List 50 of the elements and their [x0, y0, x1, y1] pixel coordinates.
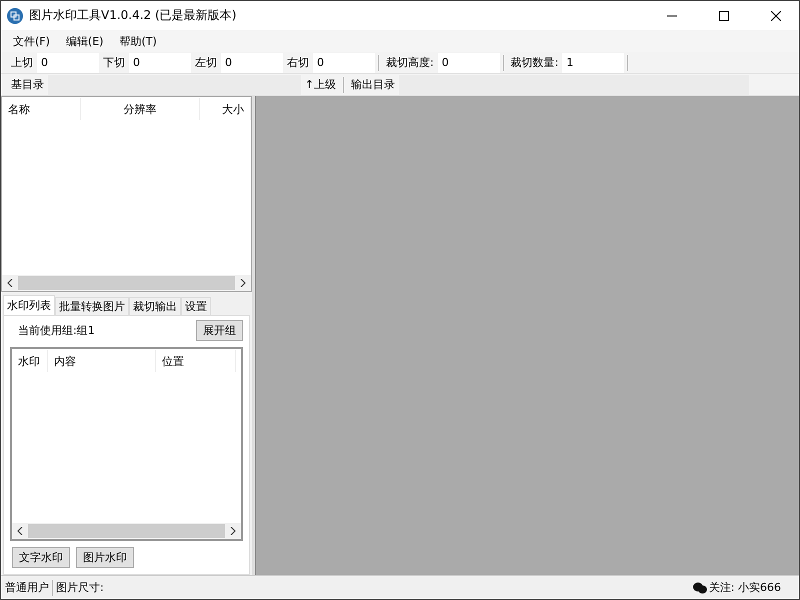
- menu-item[interactable]: 编辑(E): [58, 34, 112, 48]
- input-field[interactable]: 0: [313, 52, 375, 72]
- input-field[interactable]: 1: [562, 52, 624, 72]
- chevron-right-icon: [230, 527, 236, 535]
- field-label: 上切: [10, 55, 34, 70]
- horizontal-scrollbar[interactable]: [2, 275, 251, 291]
- window-title: 图片水印工具V1.0.4.2 (已是最新版本): [29, 7, 238, 24]
- field-label: 下切: [102, 55, 126, 70]
- field-label: 裁切高度:: [385, 55, 435, 70]
- input-field[interactable]: 0: [438, 52, 500, 72]
- menu-item[interactable]: 帮助(T): [111, 34, 165, 48]
- output-directory-button[interactable]: 输出目录: [347, 77, 399, 92]
- menu-item[interactable]: 文件(F): [5, 34, 58, 48]
- user-type-label: 普通用户: [5, 580, 49, 595]
- field-label: 基目录: [10, 77, 45, 92]
- chevron-left-icon: [17, 527, 23, 535]
- column-header[interactable]: 水印: [12, 350, 48, 372]
- input-field[interactable]: 0: [129, 52, 191, 72]
- app-icon: [7, 8, 23, 24]
- current-group-label: 当前使用组:组1: [18, 323, 95, 338]
- chevron-right-icon: [240, 279, 246, 287]
- column-header[interactable]: 内容: [48, 350, 156, 372]
- watermark-list[interactable]: 水印 内容 位置: [10, 347, 243, 541]
- tab[interactable]: 裁切输出: [129, 297, 181, 315]
- horizontal-scrollbar[interactable]: [12, 523, 241, 539]
- tab[interactable]: 水印列表: [3, 295, 55, 315]
- expand-group-button[interactable]: 展开组: [196, 320, 243, 341]
- directory-field[interactable]: [48, 74, 301, 94]
- follow-label: 关注: 小实666: [708, 580, 781, 595]
- column-header[interactable]: 名称: [2, 98, 82, 120]
- field-label: 右切: [286, 55, 310, 70]
- chat-icon: [692, 582, 707, 594]
- column-header[interactable]: 位置: [156, 350, 236, 372]
- chevron-left-icon: [7, 279, 13, 287]
- column-header[interactable]: 分辨率: [81, 98, 200, 120]
- maximize-icon: [719, 10, 729, 20]
- input-field[interactable]: 0: [37, 52, 99, 72]
- tab[interactable]: 设置: [181, 297, 211, 315]
- column-header[interactable]: 大小: [200, 98, 252, 120]
- field-label: 裁切数量:: [510, 55, 560, 70]
- up-button[interactable]: ↑上级: [300, 77, 340, 92]
- output-directory-field[interactable]: [399, 74, 749, 94]
- input-field[interactable]: 0: [221, 52, 283, 72]
- tab[interactable]: 批量转换图片: [55, 297, 129, 315]
- field-label: 左切: [194, 55, 218, 70]
- image-size-label: 图片尺寸:: [56, 580, 104, 595]
- add-watermark-button[interactable]: 图片水印: [76, 547, 134, 568]
- close-icon: [771, 10, 781, 20]
- file-list[interactable]: 名称 分辨率 大小: [1, 96, 252, 292]
- add-watermark-button[interactable]: 文字水印: [12, 547, 70, 568]
